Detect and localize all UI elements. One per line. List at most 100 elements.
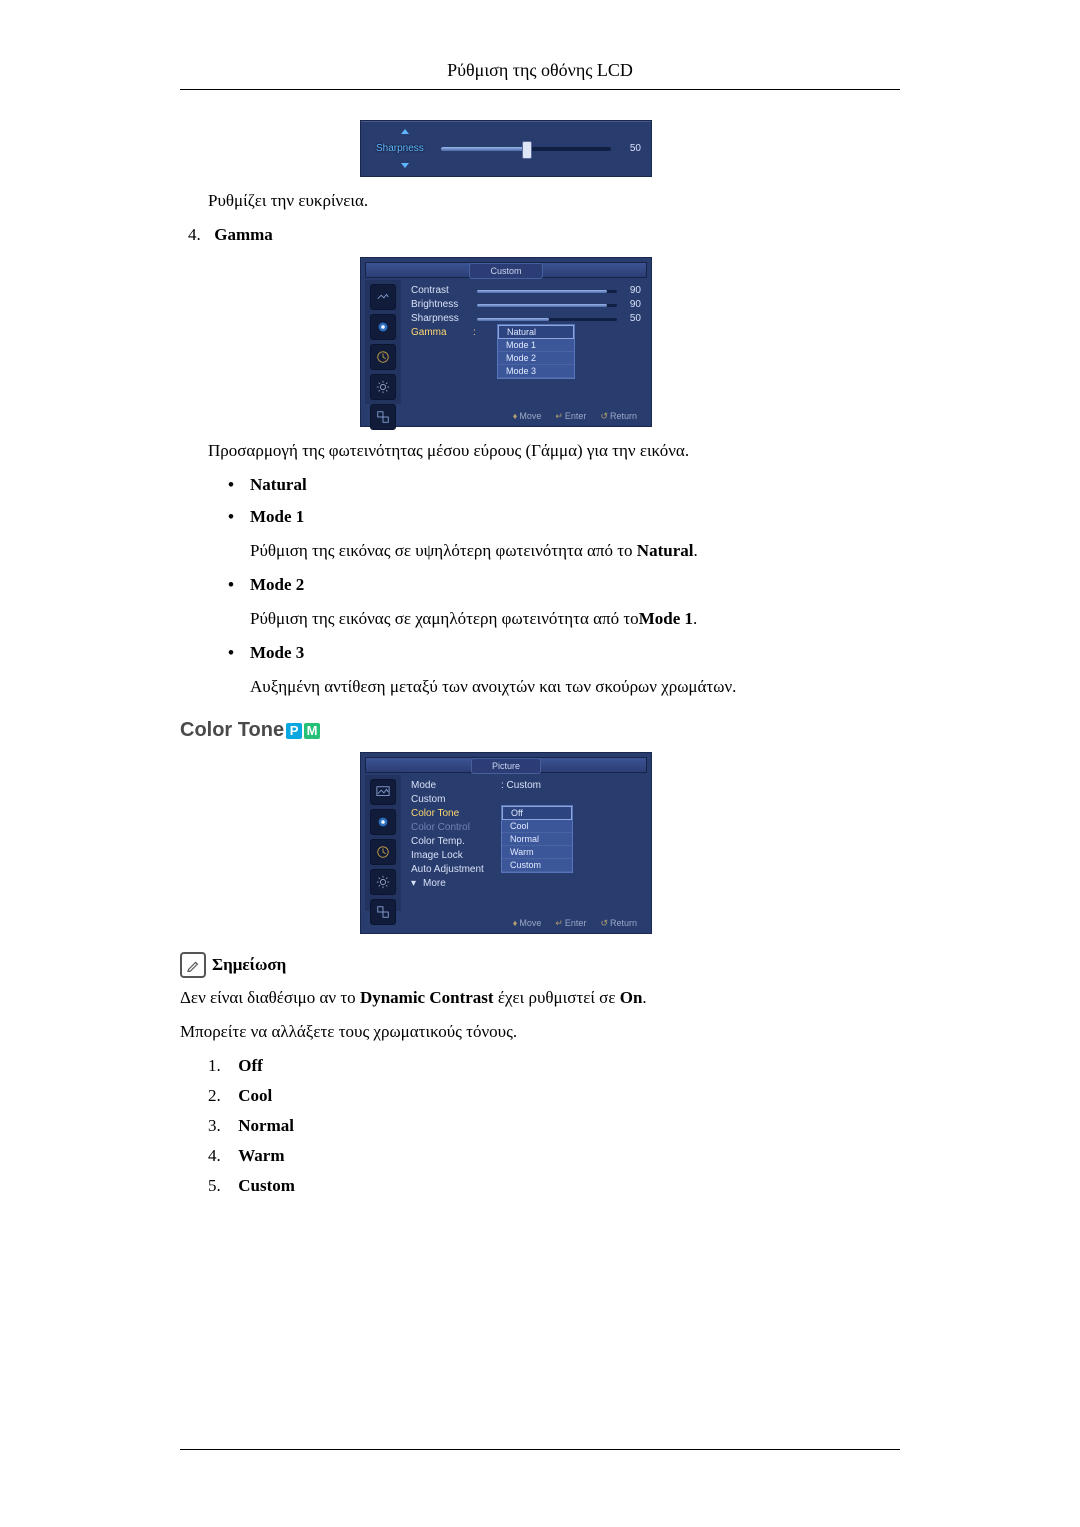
gamma-colon: : xyxy=(473,326,476,340)
label-brightness: Brightness xyxy=(411,298,458,312)
ct-item-warm: 4. Warm xyxy=(208,1146,900,1166)
brightness-fill xyxy=(477,304,607,307)
footer-rule xyxy=(180,1449,900,1450)
page-header-title: Ρύθμιση της οθόνης LCD xyxy=(180,60,900,89)
input-icon xyxy=(370,809,396,835)
osd-sharpness-knob[interactable] xyxy=(522,141,532,159)
ct-item-cool: 2. Cool xyxy=(208,1086,900,1106)
picture-icon xyxy=(370,779,396,805)
hint-move: ♦Move xyxy=(513,918,542,928)
osd-icon-column xyxy=(365,775,401,911)
mode3-description: Αυξημένη αντίθεση μεταξύ των ανοιχτών κα… xyxy=(250,677,900,697)
bullet-mode2: Mode 2 xyxy=(228,575,900,595)
label-color-tone: Color Tone xyxy=(411,807,459,821)
mode2-description: Ρύθμιση της εικόνας σε χαμηλότερη φωτειν… xyxy=(250,609,900,629)
osd-sharpness-fill xyxy=(441,147,526,151)
osd-custom-title: Custom xyxy=(469,263,542,279)
osd-sharpness-label: Sharpness xyxy=(376,143,424,154)
hint-return: ↺Return xyxy=(600,411,637,422)
osd-custom-body: Contrast 90 Brightness 90 Sharpness 50 G… xyxy=(405,280,647,404)
note-text: Δεν είναι διαθέσιμο αν το Dynamic Contra… xyxy=(180,988,900,1008)
picture-icon xyxy=(370,284,396,310)
gamma-description: Προσαρμογή της φωτεινότητας μέσου εύρους… xyxy=(208,441,900,461)
value-contrast: 90 xyxy=(621,284,641,298)
label-more: More xyxy=(423,877,446,891)
badge-m-icon: M xyxy=(304,723,320,739)
ct-label: Cool xyxy=(238,1086,272,1105)
osd-icon-column xyxy=(365,280,401,404)
hint-return: ↺Return xyxy=(600,918,637,929)
contrast-fill xyxy=(477,290,607,293)
osd-picture-titlebar: Picture xyxy=(365,757,647,773)
label-mode: Mode xyxy=(411,779,436,793)
input-icon xyxy=(370,314,396,340)
osd-picture-menu: Picture Mode : Custom Custom Color Tone … xyxy=(360,752,652,934)
osd-custom-footer: ♦Move ↵Enter ↺Return xyxy=(365,408,647,424)
color-tone-intro: Μπορείτε να αλλάξετε τους χρωματικούς τό… xyxy=(180,1022,900,1042)
arrow-down-icon xyxy=(401,163,409,168)
ct-number: 4. xyxy=(208,1146,234,1166)
ct-opt-off[interactable]: Off xyxy=(502,806,572,820)
ct-label: Custom xyxy=(238,1176,295,1195)
label-auto-adjustment: Auto Adjustment xyxy=(411,863,484,877)
ct-number: 3. xyxy=(208,1116,234,1136)
label-color-temp: Color Temp. xyxy=(411,835,465,849)
hint-enter: ↵Enter xyxy=(555,918,586,929)
sharpness-fill xyxy=(477,318,549,321)
section-title-text: Color Tone xyxy=(180,719,284,742)
gamma-opt-natural[interactable]: Natural xyxy=(498,325,574,339)
gamma-opt-mode1[interactable]: Mode 1 xyxy=(498,339,574,352)
color-tone-dropdown[interactable]: Off Cool Normal Warm Custom xyxy=(501,805,573,873)
ct-item-off: 1. Off xyxy=(208,1056,900,1076)
bullet-mode1: Mode 1 xyxy=(228,507,900,527)
ct-label: Off xyxy=(238,1056,263,1075)
osd-sharpness-value: 50 xyxy=(630,143,641,154)
gear-icon xyxy=(370,374,396,400)
note-label: Σημείωση xyxy=(212,955,286,975)
value-brightness: 90 xyxy=(621,298,641,312)
hint-enter: ↵Enter xyxy=(555,411,586,422)
osd-picture-title: Picture xyxy=(471,758,541,774)
value-sharpness: 50 xyxy=(621,312,641,326)
osd-picture-body: Mode : Custom Custom Color Tone : Color … xyxy=(405,775,647,911)
row-brightness: Brightness 90 xyxy=(411,298,641,312)
label-custom: Custom xyxy=(411,793,445,807)
mode1-description: Ρύθμιση της εικόνας σε υψηλότερη φωτεινό… xyxy=(250,541,900,561)
row-mode: Mode : Custom xyxy=(411,779,641,793)
ct-opt-custom[interactable]: Custom xyxy=(502,859,572,872)
note-header: Σημείωση xyxy=(180,952,900,978)
section-title-color-tone: Color Tone P M xyxy=(180,719,900,742)
header-rule xyxy=(180,89,900,90)
row-more: ▾ More xyxy=(411,877,641,891)
ct-label: Warm xyxy=(238,1146,284,1165)
sharpness-description: Ρυθμίζει την ευκρίνεια. xyxy=(208,191,900,211)
osd-custom-menu: Custom Contrast 90 Brightness 90 S xyxy=(360,257,652,427)
note-icon xyxy=(180,952,206,978)
page: Ρύθμιση της οθόνης LCD Sharpness 50 Ρυθμ… xyxy=(0,0,1080,1527)
ct-number: 5. xyxy=(208,1176,234,1196)
label-color-control: Color Control xyxy=(411,821,470,835)
clock-icon xyxy=(370,839,396,865)
label-image-lock: Image Lock xyxy=(411,849,463,863)
ct-opt-warm[interactable]: Warm xyxy=(502,846,572,859)
ct-item-normal: 3. Normal xyxy=(208,1116,900,1136)
list-item-gamma: 4. Gamma xyxy=(188,225,900,245)
osd-custom-titlebar: Custom xyxy=(365,262,647,278)
bullet-mode3: Mode 3 xyxy=(228,643,900,663)
gamma-opt-mode2[interactable]: Mode 2 xyxy=(498,352,574,365)
osd-sharpness-panel: Sharpness 50 xyxy=(360,120,652,177)
value-mode: : Custom xyxy=(501,779,541,793)
ct-opt-cool[interactable]: Cool xyxy=(502,820,572,833)
row-contrast: Contrast 90 xyxy=(411,284,641,298)
gamma-opt-mode3[interactable]: Mode 3 xyxy=(498,365,574,378)
gamma-dropdown[interactable]: Natural Mode 1 Mode 2 Mode 3 xyxy=(497,324,575,379)
ct-label: Normal xyxy=(238,1116,294,1135)
ct-number: 1. xyxy=(208,1056,234,1076)
clock-icon xyxy=(370,344,396,370)
gear-icon xyxy=(370,869,396,895)
badge-p-icon: P xyxy=(286,723,302,739)
ct-opt-normal[interactable]: Normal xyxy=(502,833,572,846)
hint-move: ♦Move xyxy=(513,411,542,421)
ct-item-custom: 5. Custom xyxy=(208,1176,900,1196)
label-sharpness: Sharpness xyxy=(411,312,459,326)
